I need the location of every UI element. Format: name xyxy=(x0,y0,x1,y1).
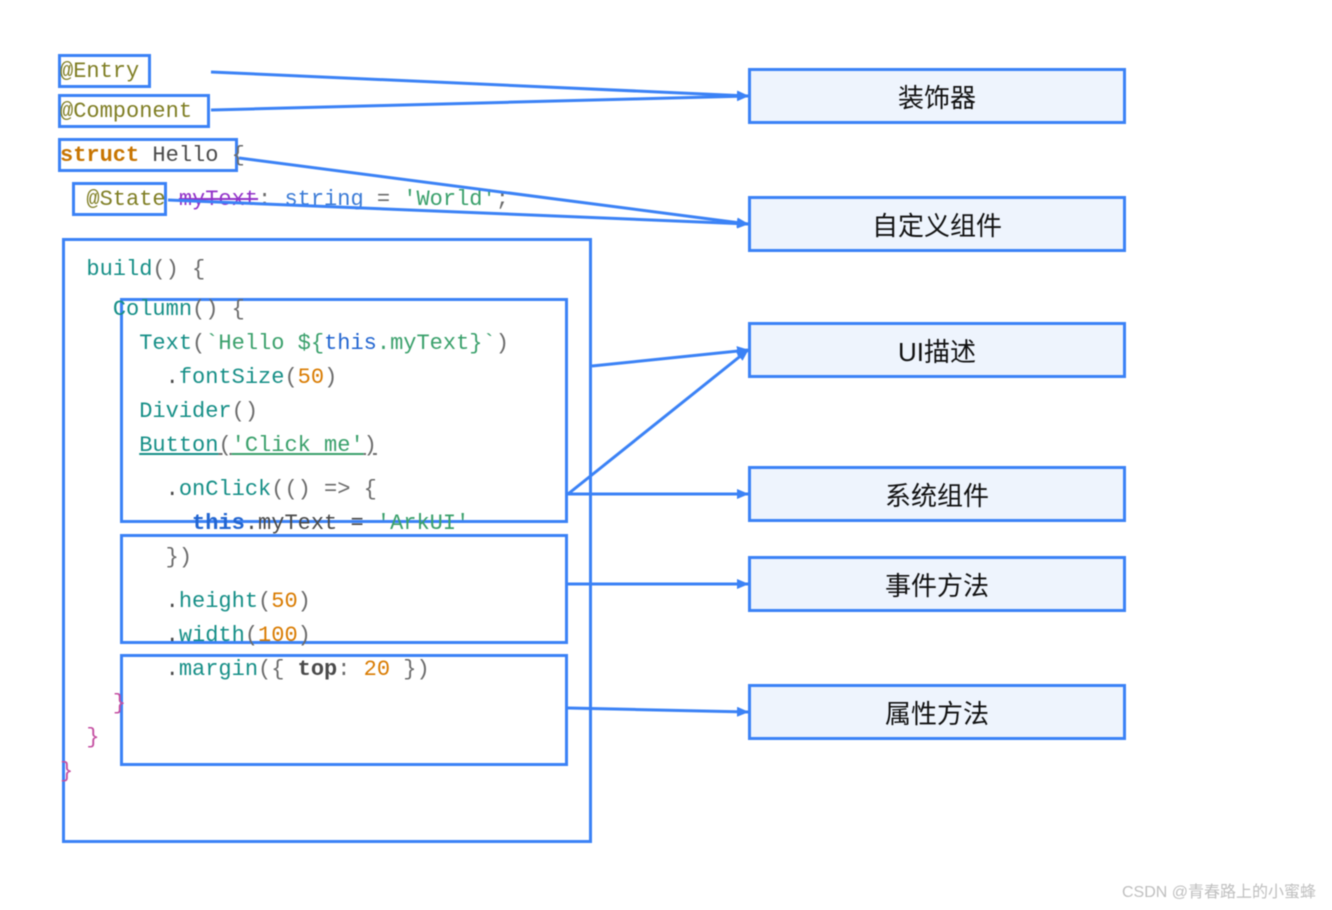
label-system-component: 系统组件 xyxy=(748,466,1126,522)
code-onclick-fn: onClick xyxy=(179,477,271,502)
label-decorator: 装饰器 xyxy=(748,68,1126,124)
code-block: @Entry @Component struct Hello { @State … xyxy=(60,55,620,789)
label-attribute-method: 属性方法 xyxy=(748,684,1126,740)
code-build-fn: build xyxy=(86,257,152,282)
code-button-fn: Button xyxy=(139,433,218,458)
watermark-text: CSDN @青春路上的小蜜蜂 xyxy=(1122,878,1316,902)
label-ui-description: UI描述 xyxy=(748,322,1126,378)
code-entry-decorator: @Entry xyxy=(60,59,139,84)
code-column-fn: Column xyxy=(113,297,192,322)
code-struct-name: Hello xyxy=(152,143,218,168)
code-struct-keyword: struct xyxy=(60,143,139,168)
code-state-var: myText xyxy=(179,187,258,212)
label-event-method: 事件方法 xyxy=(748,556,1126,612)
label-custom-component: 自定义组件 xyxy=(748,196,1126,252)
code-divider-fn: Divider xyxy=(139,399,231,424)
code-state-decorator: @State xyxy=(86,187,165,212)
code-text-fn: Text xyxy=(139,331,192,356)
code-component-decorator: @Component xyxy=(60,99,192,124)
